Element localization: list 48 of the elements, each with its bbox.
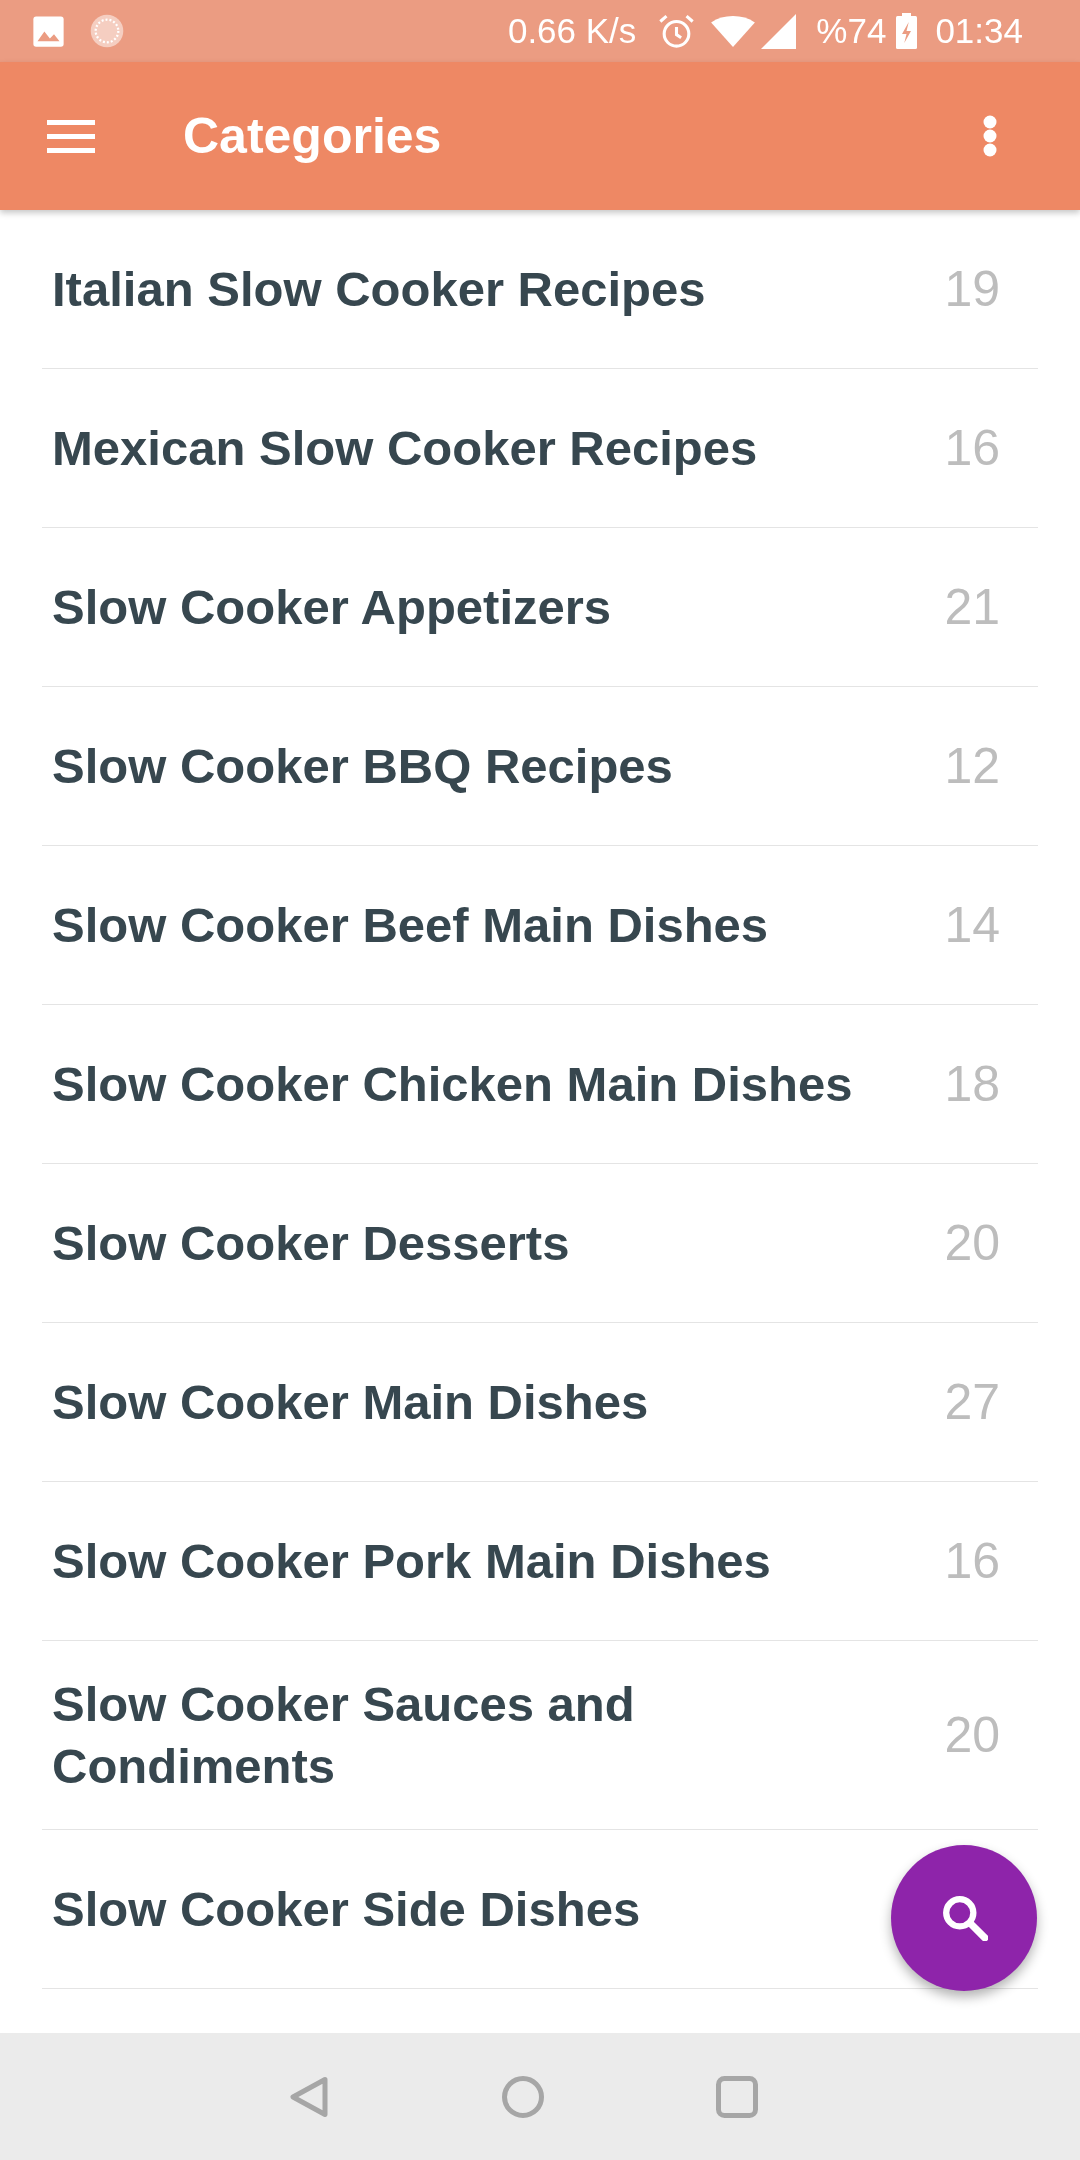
category-name: Slow Cooker Main Dishes	[52, 1374, 649, 1431]
category-name: Slow Cooker Sauces and Condiments	[52, 1676, 636, 1795]
alarm-clock-icon	[658, 12, 696, 50]
category-name: Slow Cooker Pork Main Dishes	[52, 1533, 771, 1590]
category-list-item[interactable]: Mexican Slow Cooker Recipes 16	[42, 369, 1038, 528]
clock-time: 01:34	[935, 11, 1023, 51]
category-list-item[interactable]: Slow Cooker Desserts 20	[42, 1164, 1038, 1323]
recipe-count: 19	[943, 260, 1000, 319]
image-icon	[32, 14, 65, 48]
category-name: Slow Cooker Side Dishes	[52, 1881, 641, 1938]
back-icon[interactable]	[288, 2075, 330, 2118]
recent-apps-icon[interactable]	[716, 2075, 758, 2118]
category-list-item[interactable]: Slow Cooker Pork Main Dishes 16	[42, 1482, 1038, 1641]
recipe-count: 14	[943, 896, 1000, 955]
recipe-count: 20	[943, 1706, 1000, 1765]
category-list-item[interactable]: Slow Cooker Appetizers 21	[42, 528, 1038, 687]
battery-charging-icon	[896, 13, 918, 49]
search-button[interactable]	[891, 1845, 1037, 1991]
more-options-icon[interactable]	[983, 115, 997, 157]
home-icon[interactable]	[502, 2075, 544, 2118]
category-list-item[interactable]: Slow Cooker Sauces and Condiments 20	[42, 1641, 1038, 1830]
signal-icon	[761, 13, 797, 49]
app-bar-title: Categories	[183, 107, 442, 165]
dashed-circle-icon	[90, 14, 124, 48]
category-list-item[interactable]: Italian Slow Cooker Recipes 19	[42, 210, 1038, 369]
category-name: Slow Cooker BBQ Recipes	[52, 738, 673, 795]
category-list-item[interactable]: Slow Cooker Main Dishes 27	[42, 1323, 1038, 1482]
category-name: Italian Slow Cooker Recipes	[52, 261, 706, 318]
category-list-item[interactable]: Slow Cooker Chicken Main Dishes 18	[42, 1005, 1038, 1164]
search-icon	[942, 1895, 988, 1941]
category-list-item[interactable]: Slow Cooker Beef Main Dishes 14	[42, 846, 1038, 1005]
category-list-item[interactable]: Slow Cooker BBQ Recipes 12	[42, 687, 1038, 846]
recipe-count: 16	[943, 419, 1000, 478]
category-name: Slow Cooker Beef Main Dishes	[52, 897, 769, 954]
category-name: Slow Cooker Desserts	[52, 1215, 570, 1272]
category-name: Mexican Slow Cooker Recipes	[52, 420, 758, 477]
recipe-count: 27	[943, 1373, 1000, 1432]
network-speed: 0.66 K/s	[507, 11, 637, 51]
menu-icon[interactable]	[47, 119, 95, 153]
recipe-count: 12	[943, 737, 1000, 796]
recipe-count: 20	[943, 1214, 1000, 1273]
category-name: Slow Cooker Chicken Main Dishes	[52, 1056, 853, 1113]
recipe-count: 16	[943, 1532, 1000, 1591]
recipe-count: 18	[943, 1055, 1000, 1114]
battery-percentage: %74	[816, 11, 887, 51]
wifi-icon	[711, 15, 756, 47]
category-name: Slow Cooker Appetizers	[52, 579, 612, 636]
recipe-count: 21	[943, 578, 1000, 637]
